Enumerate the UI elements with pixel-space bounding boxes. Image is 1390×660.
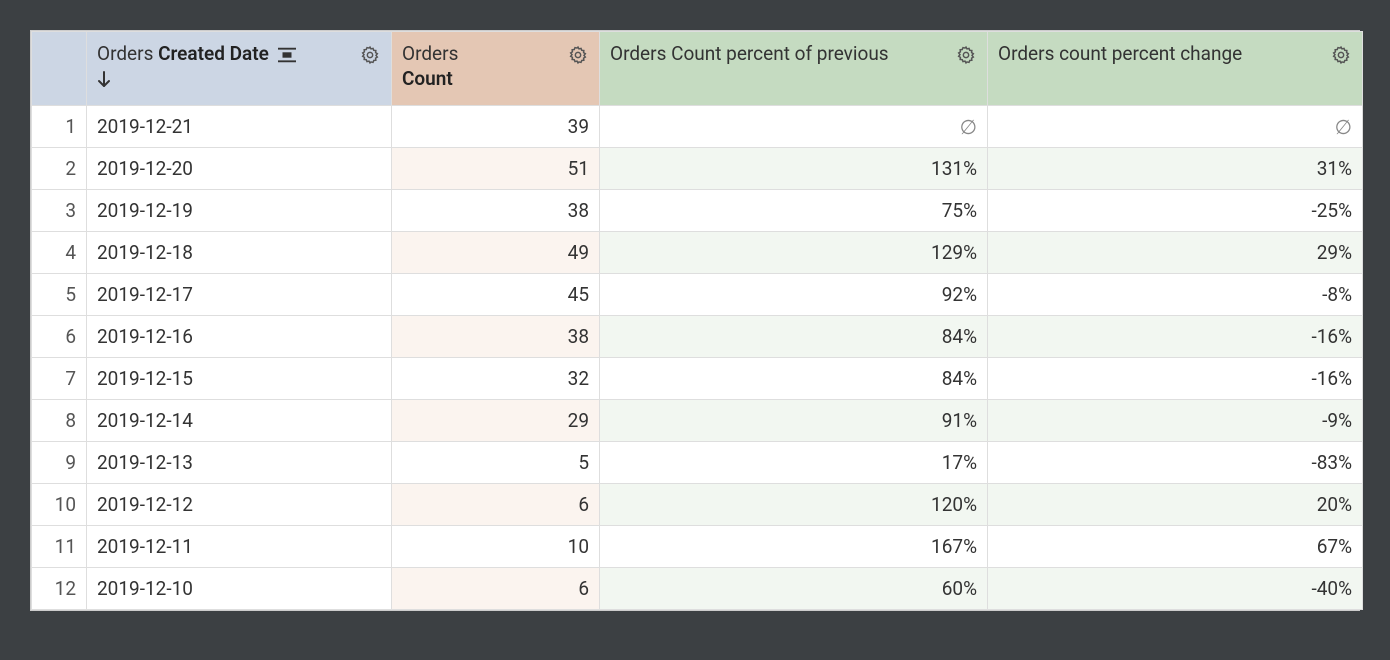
table-row: 102019-12-126120%20% (32, 484, 1363, 526)
column-header-percent-change[interactable]: Orders count percent change (988, 32, 1363, 106)
cell-percent-change[interactable]: -16% (988, 316, 1363, 358)
header-pct-prev: Orders Count percent of previous (610, 42, 889, 65)
cell-created-date[interactable]: 2019-12-19 (87, 190, 392, 232)
row-index: 8 (32, 400, 87, 442)
cell-created-date[interactable]: 2019-12-18 (87, 232, 392, 274)
cell-percent-of-previous[interactable]: 84% (600, 316, 988, 358)
cell-created-date[interactable]: 2019-12-13 (87, 442, 392, 484)
cell-percent-change[interactable]: -40% (988, 568, 1363, 610)
cell-orders-count[interactable]: 6 (392, 568, 600, 610)
column-header-created-date[interactable]: Orders Created Date (87, 32, 392, 106)
null-icon: ∅ (1335, 115, 1352, 139)
cell-percent-of-previous[interactable]: 167% (600, 526, 988, 568)
cell-created-date[interactable]: 2019-12-14 (87, 400, 392, 442)
cell-created-date[interactable]: 2019-12-12 (87, 484, 392, 526)
table-row: 112019-12-1110167%67% (32, 526, 1363, 568)
pivot-icon (276, 46, 298, 64)
table-row: 72019-12-153284%-16% (32, 358, 1363, 400)
data-table: Orders Created Date (31, 31, 1363, 610)
cell-percent-of-previous[interactable]: 92% (600, 274, 988, 316)
cell-orders-count[interactable]: 38 (392, 190, 600, 232)
cell-orders-count[interactable]: 6 (392, 484, 600, 526)
cell-created-date[interactable]: 2019-12-20 (87, 148, 392, 190)
null-icon: ∅ (960, 115, 977, 139)
cell-percent-change[interactable]: -16% (988, 358, 1363, 400)
cell-percent-change[interactable]: -8% (988, 274, 1363, 316)
cell-created-date[interactable]: 2019-12-16 (87, 316, 392, 358)
table-row: 42019-12-1849129%29% (32, 232, 1363, 274)
cell-created-date[interactable]: 2019-12-17 (87, 274, 392, 316)
cell-percent-change[interactable]: 31% (988, 148, 1363, 190)
cell-created-date[interactable]: 2019-12-11 (87, 526, 392, 568)
gear-icon[interactable] (1330, 44, 1352, 66)
cell-percent-of-previous[interactable]: 17% (600, 442, 988, 484)
table-row: 52019-12-174592%-8% (32, 274, 1363, 316)
header-count-bold: Count (402, 67, 453, 90)
cell-percent-of-previous[interactable]: 91% (600, 400, 988, 442)
cell-percent-change[interactable]: 67% (988, 526, 1363, 568)
column-header-orders-count[interactable]: Orders Count (392, 32, 600, 106)
row-index: 12 (32, 568, 87, 610)
row-index: 4 (32, 232, 87, 274)
cell-percent-of-previous[interactable]: 60% (600, 568, 988, 610)
cell-orders-count[interactable]: 49 (392, 232, 600, 274)
cell-orders-count[interactable]: 5 (392, 442, 600, 484)
cell-orders-count[interactable]: 39 (392, 106, 600, 148)
row-index: 10 (32, 484, 87, 526)
cell-orders-count[interactable]: 29 (392, 400, 600, 442)
cell-orders-count[interactable]: 10 (392, 526, 600, 568)
cell-percent-of-previous[interactable]: 129% (600, 232, 988, 274)
header-count-prefix: Orders (402, 42, 458, 65)
cell-percent-change[interactable]: ∅ (988, 106, 1363, 148)
row-index: 3 (32, 190, 87, 232)
cell-percent-change[interactable]: 29% (988, 232, 1363, 274)
table-row: 122019-12-10660%-40% (32, 568, 1363, 610)
cell-percent-change[interactable]: -83% (988, 442, 1363, 484)
cell-orders-count[interactable]: 51 (392, 148, 600, 190)
row-index: 7 (32, 358, 87, 400)
table-header-row: Orders Created Date (32, 32, 1363, 106)
cell-percent-of-previous[interactable]: ∅ (600, 106, 988, 148)
cell-orders-count[interactable]: 32 (392, 358, 600, 400)
cell-percent-of-previous[interactable]: 75% (600, 190, 988, 232)
cell-created-date[interactable]: 2019-12-10 (87, 568, 392, 610)
cell-created-date[interactable]: 2019-12-15 (87, 358, 392, 400)
table-row: 62019-12-163884%-16% (32, 316, 1363, 358)
row-index: 5 (32, 274, 87, 316)
table-row: 82019-12-142991%-9% (32, 400, 1363, 442)
cell-percent-change[interactable]: -25% (988, 190, 1363, 232)
cell-percent-change[interactable]: 20% (988, 484, 1363, 526)
cell-percent-of-previous[interactable]: 131% (600, 148, 988, 190)
header-date-bold: Created Date (158, 42, 269, 65)
row-index: 1 (32, 106, 87, 148)
table-row: 22019-12-2051131%31% (32, 148, 1363, 190)
table-row: 92019-12-13517%-83% (32, 442, 1363, 484)
sort-descending-icon (97, 71, 353, 96)
cell-percent-of-previous[interactable]: 120% (600, 484, 988, 526)
cell-orders-count[interactable]: 45 (392, 274, 600, 316)
gear-icon[interactable] (567, 44, 589, 66)
row-index: 11 (32, 526, 87, 568)
gear-icon[interactable] (359, 44, 381, 66)
table-row: 32019-12-193875%-25% (32, 190, 1363, 232)
cell-orders-count[interactable]: 38 (392, 316, 600, 358)
column-header-percent-of-previous[interactable]: Orders Count percent of previous (600, 32, 988, 106)
row-index: 9 (32, 442, 87, 484)
table-row: 12019-12-2139 ∅ ∅ (32, 106, 1363, 148)
gear-icon[interactable] (955, 44, 977, 66)
data-table-panel: Orders Created Date (30, 30, 1360, 611)
header-date-prefix: Orders (97, 42, 158, 65)
row-index: 2 (32, 148, 87, 190)
header-pct-change: Orders count percent change (998, 42, 1242, 65)
cell-percent-of-previous[interactable]: 84% (600, 358, 988, 400)
cell-percent-change[interactable]: -9% (988, 400, 1363, 442)
cell-created-date[interactable]: 2019-12-21 (87, 106, 392, 148)
column-header-index[interactable] (32, 32, 87, 106)
row-index: 6 (32, 316, 87, 358)
